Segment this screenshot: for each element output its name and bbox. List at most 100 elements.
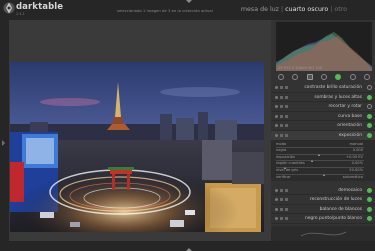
multi-instance-icon[interactable]: [280, 188, 283, 192]
view-darkroom[interactable]: cuarto oscuro: [285, 6, 328, 13]
multi-instance-icon[interactable]: [280, 207, 283, 211]
module-enable-icon[interactable]: [367, 104, 372, 110]
effect-modules-icon[interactable]: [349, 74, 356, 80]
reset-icon[interactable]: [285, 124, 288, 128]
setting-value: 50.00%: [349, 167, 363, 172]
bottom-bar: [0, 241, 375, 251]
module-contrast[interactable]: contraste brillo saturación: [271, 83, 375, 93]
setting-label: negro: [276, 148, 287, 153]
multi-instance-icon[interactable]: [280, 217, 283, 221]
module-enable-icon[interactable]: [367, 197, 372, 203]
gray-level-slider[interactable]: nivel de gris 50.00%: [274, 167, 372, 176]
exposure-slider[interactable]: exposición +0.00 EV: [274, 154, 372, 163]
module-label: orientación: [337, 123, 362, 129]
correct-modules-icon[interactable]: [335, 74, 342, 80]
app-version: 2.4.1: [16, 12, 25, 16]
multi-instance-icon[interactable]: [280, 95, 283, 99]
setting-label: modo: [276, 141, 287, 146]
scroll-curve-icon: [300, 231, 347, 237]
module-enable-icon[interactable]: [367, 187, 372, 193]
favorites-modules-icon[interactable]: [363, 74, 370, 80]
module-exposure[interactable]: exposición: [271, 130, 375, 141]
reset-icon[interactable]: [285, 217, 288, 221]
collection-info: seleccionada 1 imagen de 3 en la colecci…: [117, 8, 213, 13]
power-icon[interactable]: [275, 86, 278, 89]
setting-label: verificar: [276, 174, 291, 179]
power-icon[interactable]: [275, 124, 278, 128]
module-footer: [271, 226, 375, 241]
module-enable-icon[interactable]: [367, 85, 372, 90]
photo-preview[interactable]: [10, 62, 264, 232]
tone-modules-icon[interactable]: [306, 74, 313, 80]
power-icon[interactable]: [275, 198, 278, 202]
power-icon[interactable]: [275, 95, 278, 99]
top-bar: darktable 2.4.1 seleccionada 1 imagen de…: [0, 0, 375, 20]
module-label: negro punto/punto blanco: [304, 216, 362, 222]
power-icon[interactable]: [275, 105, 278, 109]
reset-icon[interactable]: [285, 114, 288, 118]
reset-icon[interactable]: [285, 188, 288, 192]
view-lighttable[interactable]: mesa de luz: [241, 6, 279, 13]
black-slider[interactable]: negro 0.000: [274, 148, 372, 156]
module-demosaic[interactable]: demosaico: [271, 185, 375, 196]
module-label: contraste brillo saturación: [304, 85, 362, 90]
reset-icon[interactable]: [285, 86, 288, 89]
setting-value: +0.00 EV: [346, 154, 363, 159]
module-enable-icon[interactable]: [367, 113, 372, 119]
power-icon[interactable]: [275, 207, 278, 211]
module-black-white-point[interactable]: negro punto/punto blanco: [271, 214, 375, 224]
view-other[interactable]: otro: [334, 6, 347, 13]
setting-value: manual: [349, 141, 363, 146]
left-panel-toggle-icon[interactable]: [2, 140, 5, 146]
center-view: [9, 20, 271, 241]
module-crop-rotate[interactable]: recortar y rotar: [271, 102, 375, 112]
color-modules-icon[interactable]: [320, 74, 327, 80]
module-label: reconstrucción de luces: [309, 197, 362, 203]
module-enable-icon[interactable]: [367, 123, 372, 129]
module-enable-icon[interactable]: [367, 216, 372, 222]
active-modules-icon[interactable]: [278, 74, 284, 80]
module-enable-icon[interactable]: [367, 132, 372, 138]
module-white-balance[interactable]: balance de blancos: [271, 204, 375, 215]
module-enable-icon[interactable]: [367, 94, 372, 100]
reset-icon[interactable]: [285, 105, 288, 109]
reset-icon[interactable]: [285, 207, 288, 211]
module-enable-icon[interactable]: [367, 206, 372, 212]
setting-label: nivel de gris: [276, 167, 299, 172]
multi-instance-icon[interactable]: [280, 198, 283, 202]
module-orientation[interactable]: orientación: [271, 121, 375, 131]
top-panel-toggle-icon[interactable]: [186, 0, 192, 3]
module-label: exposición: [338, 132, 362, 138]
multi-instance-icon[interactable]: [280, 133, 283, 137]
reset-icon[interactable]: [285, 95, 288, 99]
module-shadows-highlights[interactable]: sombras y luces altas: [271, 92, 375, 103]
histogram[interactable]: 29 f/22.0 10mm ISO 100: [276, 22, 372, 71]
module-group-tabs: [276, 73, 372, 81]
multi-instance-icon[interactable]: [280, 86, 283, 89]
module-label: sombras y luces altas: [314, 94, 362, 100]
module-label: recortar y rotar: [328, 104, 362, 110]
histogram-graph: [276, 32, 372, 71]
module-label: balance de blancos: [319, 206, 362, 212]
power-icon[interactable]: [275, 217, 278, 221]
right-panel: 29 f/22.0 10mm ISO 100 contraste brillo …: [271, 20, 375, 241]
module-label: demosaico: [338, 187, 362, 193]
power-icon[interactable]: [275, 188, 278, 192]
multi-instance-icon[interactable]: [280, 105, 283, 109]
reset-icon[interactable]: [285, 133, 288, 137]
multi-instance-icon[interactable]: [280, 114, 283, 118]
darktable-logo-icon: [3, 2, 15, 14]
exposure-mode-select[interactable]: modo manual: [274, 142, 372, 149]
reset-icon[interactable]: [285, 198, 288, 202]
verify-select[interactable]: verificar automático: [274, 175, 372, 182]
setting-label: exposición: [276, 154, 296, 159]
setting-label: región cuantiles: [276, 161, 305, 166]
base-modules-icon[interactable]: [292, 74, 299, 80]
power-icon[interactable]: [275, 133, 278, 137]
setting-value: 0.00%: [351, 161, 363, 166]
quantile-slider[interactable]: región cuantiles 0.00%: [274, 161, 372, 169]
power-icon[interactable]: [275, 114, 278, 118]
module-highlight-reconstruction[interactable]: reconstrucción de luces: [271, 195, 375, 205]
module-base-curve[interactable]: curva base: [271, 111, 375, 122]
multi-instance-icon[interactable]: [280, 124, 283, 128]
